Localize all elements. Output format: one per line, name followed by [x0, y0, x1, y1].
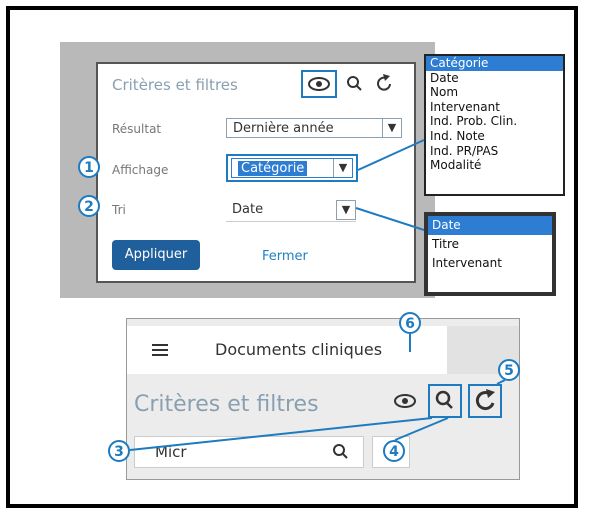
connector-refresh — [496, 379, 506, 385]
connector-tri — [355, 207, 425, 231]
connector-lines — [129, 139, 506, 451]
connector-affichage — [357, 139, 425, 171]
connector-search — [129, 417, 433, 451]
